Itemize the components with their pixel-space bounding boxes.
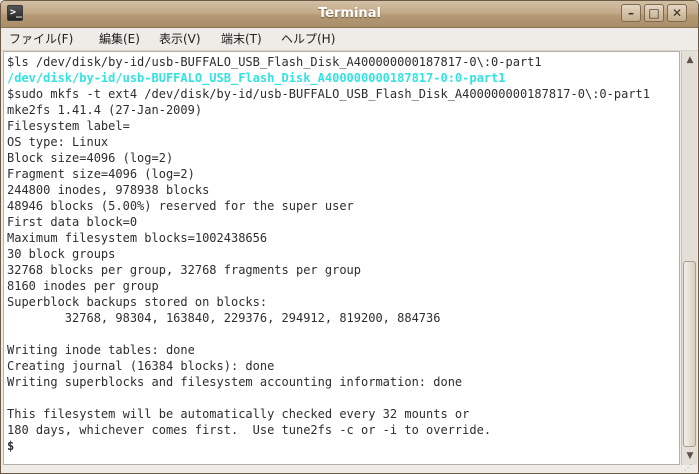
- terminal-line: $sudo mkfs -t ext4 /dev/disk/by-id/usb-B…: [7, 87, 650, 101]
- terminal-line: 32768 blocks per group, 32768 fragments …: [7, 263, 362, 277]
- maximize-button[interactable]: □: [644, 4, 664, 22]
- menu-bar: ファイル(F) 編集(E) 表示(V) 端末(T) ヘルプ(H): [1, 28, 698, 51]
- terminal-line: $: [7, 439, 15, 453]
- terminal-line: Writing superblocks and filesystem accou…: [7, 375, 463, 389]
- terminal-line: 30 block groups: [7, 247, 116, 261]
- close-icon: ✕: [671, 6, 683, 20]
- menu-file[interactable]: ファイル(F): [9, 28, 73, 50]
- scroll-down-arrow-icon[interactable]: ▼: [683, 449, 697, 463]
- terminal-lines: $ls /dev/disk/by-id/usb-BUFFALO_USB_Flas…: [7, 54, 650, 454]
- terminal-line: OS type: Linux: [7, 135, 109, 149]
- resize-grip-icon[interactable]: ⋰: [684, 464, 696, 472]
- menu-terminal[interactable]: 端末(T): [221, 28, 262, 50]
- minimize-icon: –: [628, 6, 634, 20]
- menu-help[interactable]: ヘルプ(H): [281, 28, 335, 50]
- terminal-output-area[interactable]: $ls /dev/disk/by-id/usb-BUFFALO_USB_Flas…: [3, 51, 680, 465]
- terminal-line: 244800 inodes, 978938 blocks: [7, 183, 210, 197]
- close-button[interactable]: ✕: [667, 4, 687, 22]
- vertical-scrollbar[interactable]: ▲ ▼: [681, 51, 697, 465]
- terminal-line: Filesystem label=: [7, 119, 130, 133]
- terminal-line: 32768, 98304, 163840, 229376, 294912, 81…: [7, 311, 441, 325]
- menu-view[interactable]: 表示(V): [159, 28, 201, 50]
- title-bar[interactable]: >_ Terminal – □ ✕: [1, 1, 698, 28]
- minimize-button[interactable]: –: [621, 4, 641, 22]
- terminal-line: 180 days, whichever comes first. Use tun…: [7, 423, 492, 437]
- window-title: Terminal: [318, 6, 381, 21]
- terminal-app-icon: >_: [7, 5, 23, 21]
- terminal-line: First data block=0: [7, 215, 138, 229]
- menu-edit[interactable]: 編集(E): [99, 28, 140, 50]
- terminal-line: Block size=4096 (log=2): [7, 151, 174, 165]
- scrollbar-thumb[interactable]: [683, 261, 696, 447]
- terminal-line: This filesystem will be automatically ch…: [7, 407, 470, 421]
- terminal-line: Superblock backups stored on blocks:: [7, 295, 268, 309]
- terminal-line: Creating journal (16384 blocks): done: [7, 359, 275, 373]
- maximize-icon: □: [648, 6, 660, 20]
- terminal-line: 8160 inodes per group: [7, 279, 159, 293]
- terminal-app-icon-glyph: >_: [10, 7, 23, 18]
- terminal-line: Writing inode tables: done: [7, 343, 195, 357]
- terminal-window: >_ Terminal – □ ✕ ファイル(F) 編集(E) 表示(V) 端末…: [0, 0, 699, 474]
- terminal-line: mke2fs 1.41.4 (27-Jan-2009): [7, 103, 203, 117]
- terminal-line: 48946 blocks (5.00%) reserved for the su…: [7, 199, 354, 213]
- terminal-line: Fragment size=4096 (log=2): [7, 167, 195, 181]
- scroll-up-arrow-icon[interactable]: ▲: [683, 53, 697, 67]
- terminal-line[interactable]: /dev/disk/by-id/usb-BUFFALO_USB_Flash_Di…: [7, 70, 650, 86]
- terminal-line: $ls /dev/disk/by-id/usb-BUFFALO_USB_Flas…: [7, 55, 542, 69]
- terminal-line: Maximum filesystem blocks=1002438656: [7, 231, 268, 245]
